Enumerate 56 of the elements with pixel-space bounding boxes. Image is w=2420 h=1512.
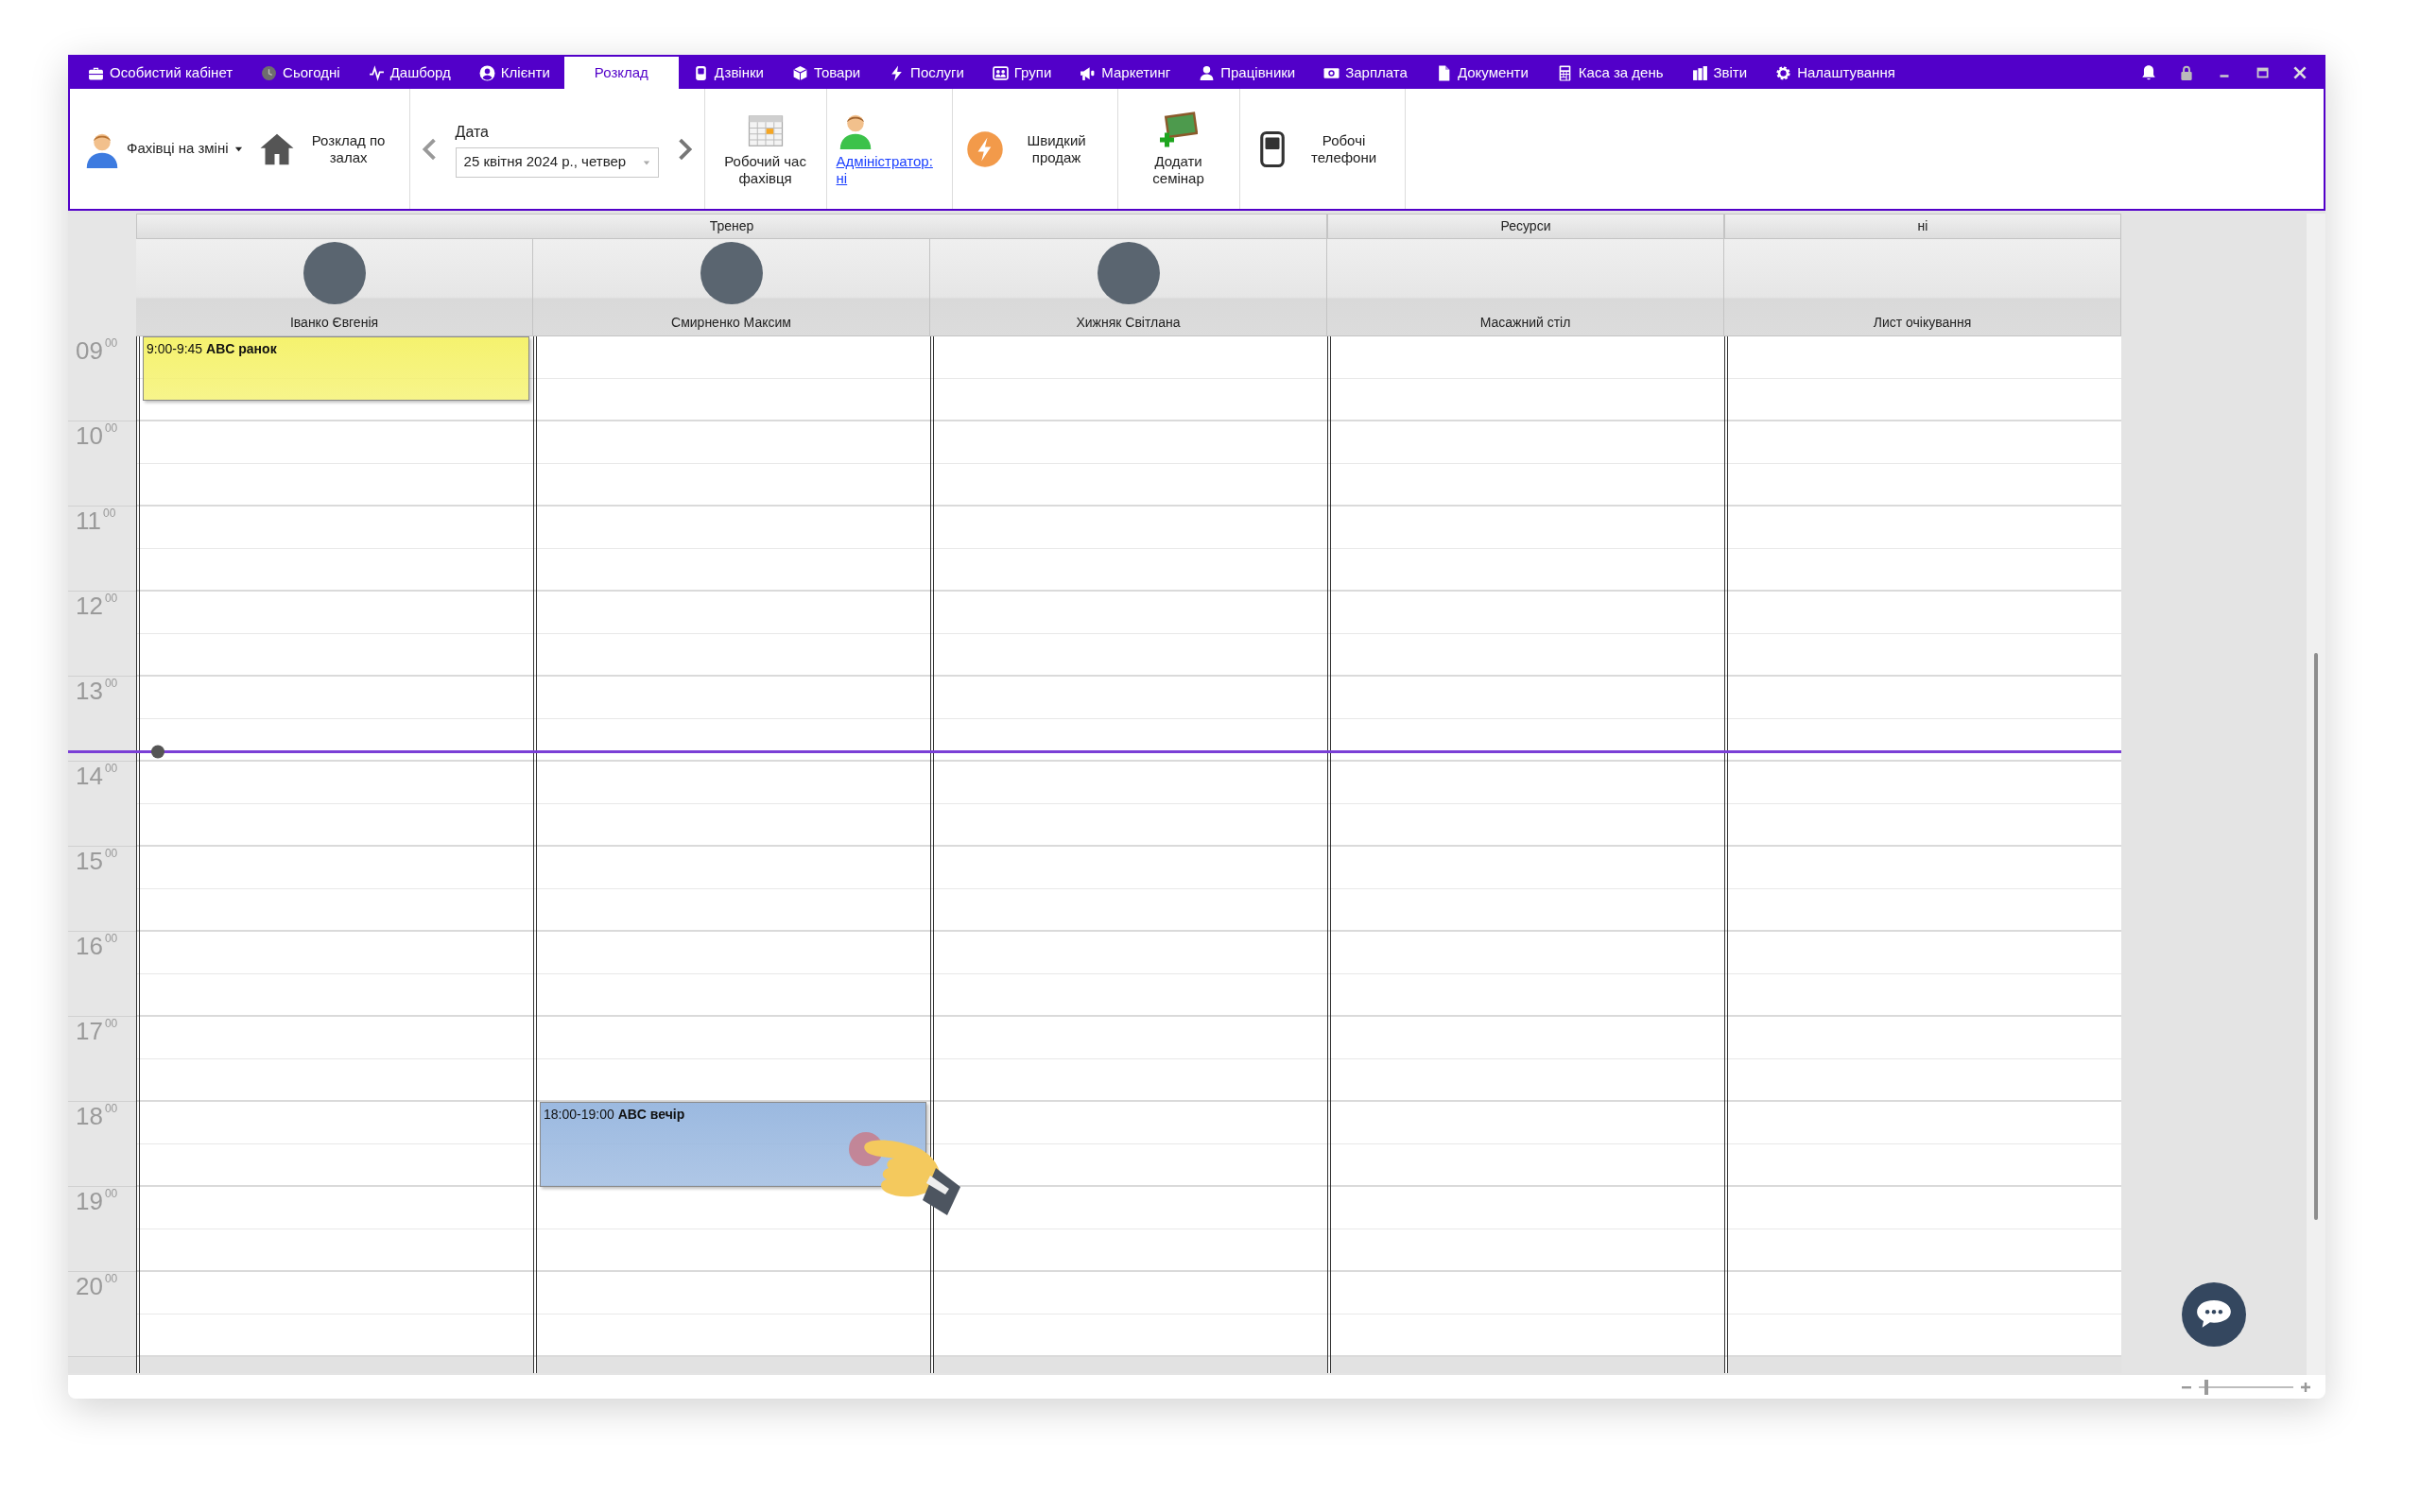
column-name: Хижняк Світлана (1076, 314, 1181, 332)
appointment[interactable]: 9:00-9:45 ABC ранок (143, 336, 529, 401)
user-icon (1199, 64, 1216, 81)
scrollbar[interactable] (2307, 214, 2325, 1375)
appointment[interactable]: 18:00-19:00 ABC вечір (540, 1102, 926, 1187)
schedule-column[interactable]: 18:00-19:00 ABC вечір (533, 336, 930, 1373)
menu-tab[interactable]: Працівники (1184, 57, 1310, 89)
administrator-link[interactable]: Адміністратор: ні (836, 153, 942, 186)
group-header: ні (1724, 214, 2121, 239)
caret-icon (642, 158, 650, 166)
menu-tab[interactable]: Товари (777, 57, 875, 89)
megaphone-icon (1080, 64, 1097, 81)
pulse-icon (368, 64, 385, 81)
bell-icon[interactable] (2140, 64, 2157, 81)
menu-tab[interactable]: Зарплата (1309, 57, 1422, 89)
toolbar-button[interactable]: Робочі телефони (1249, 126, 1395, 172)
staff-on-shift-dropdown[interactable]: Фахівці на зміні (79, 126, 247, 172)
toolbar-button[interactable]: Швидкий продаж (961, 126, 1108, 172)
group-icon (992, 64, 1009, 81)
column-name: Масажний стіл (1479, 314, 1571, 332)
menu-tab[interactable]: Звіти (1677, 57, 1762, 89)
close-icon[interactable] (2291, 64, 2308, 81)
clock-icon (261, 64, 278, 81)
menu-tab[interactable]: Налаштування (1761, 57, 1910, 89)
group-header: Ресурси (1327, 214, 1724, 239)
date-field[interactable]: 25 квітня 2024 р., четвер (455, 146, 659, 178)
menu-tab[interactable]: Особистий кабінет (74, 57, 248, 89)
lock-icon[interactable] (2178, 64, 2195, 81)
menu-tab[interactable]: Сьогодні (247, 57, 354, 89)
bar-chart-icon (1691, 64, 1708, 81)
gear-icon (1775, 64, 1792, 81)
lightning-icon (965, 129, 1004, 168)
date-label: Дата (455, 122, 490, 142)
menu-tab[interactable]: Маркетинг (1065, 57, 1185, 89)
menu-tab[interactable]: Дашборд (354, 57, 465, 89)
menu-tab[interactable]: Розклад (563, 57, 679, 89)
group-header: Тренер (136, 214, 1327, 239)
user-circle-icon (478, 64, 495, 81)
menu-tab[interactable]: Клієнти (464, 57, 564, 89)
chalkboard-plus-icon (1159, 112, 1198, 150)
menu-tab[interactable]: Дзвінки (678, 57, 778, 89)
menu-tab[interactable]: Каса за день (1542, 57, 1678, 89)
schedule-column[interactable]: 9:00-9:45 ABC ранок (136, 336, 533, 1373)
column-name: Лист очікування (1873, 314, 1972, 332)
menu-tab[interactable]: Документи (1421, 57, 1543, 89)
scrollbar-thumb[interactable] (2314, 653, 2318, 1220)
toolbar-button[interactable]: Розклад по залах (253, 126, 400, 172)
column-name: Смирненко Максим (671, 314, 791, 332)
menu-tab[interactable]: Послуги (874, 57, 978, 89)
caret-icon (233, 145, 243, 153)
toolbar-button[interactable]: Робочий час фахівця (714, 108, 817, 190)
menu-tab[interactable]: Групи (977, 57, 1066, 89)
cube-icon (791, 64, 808, 81)
toolbar-button[interactable]: Додати семінар (1127, 108, 1230, 190)
column-name: Іванко Євгенія (289, 314, 379, 332)
slider-thumb[interactable] (2204, 1379, 2208, 1395)
